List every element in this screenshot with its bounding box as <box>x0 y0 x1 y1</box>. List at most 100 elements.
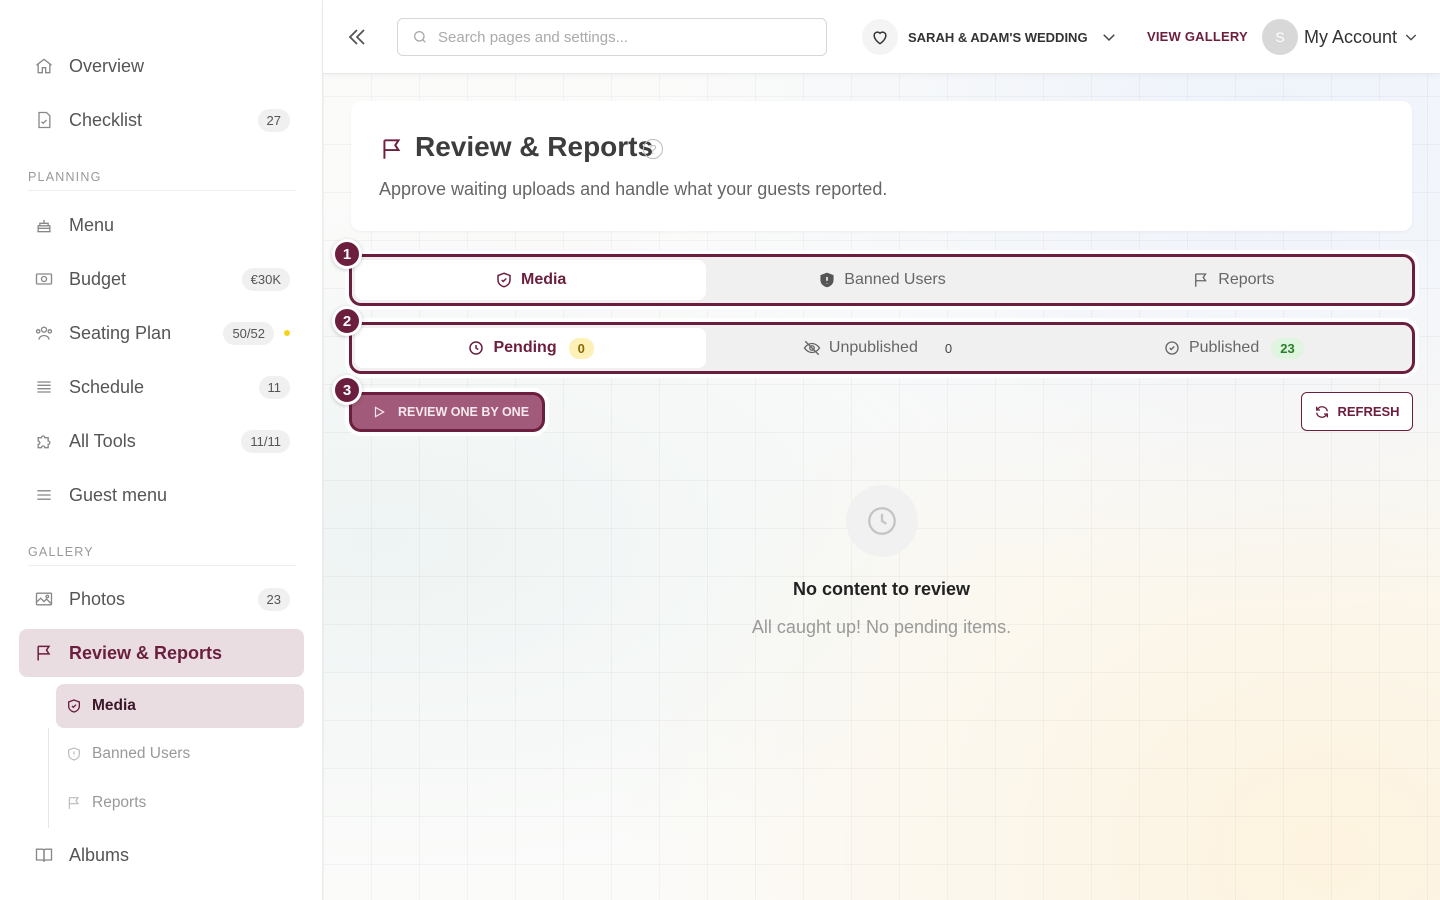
home-icon <box>33 55 55 77</box>
sidebar-item-seating-plan[interactable]: Seating Plan 50/52 <box>19 309 304 357</box>
check-circle-icon <box>1163 339 1181 357</box>
list-icon <box>33 376 55 398</box>
shield-check-icon <box>66 698 82 714</box>
page-header-card: Review & Reports ? Approve waiting uploa… <box>351 101 1412 231</box>
cake-icon <box>33 214 55 236</box>
sidebar-item-label: Checklist <box>69 109 143 130</box>
page-subtitle: Approve waiting uploads and handle what … <box>379 179 888 199</box>
section-tabs: Media Banned Users Reports <box>349 254 1415 306</box>
sidebar-item-guest-menu[interactable]: Guest menu <box>19 471 304 519</box>
tab-label: Published <box>1188 339 1260 356</box>
chevron-down-icon <box>1403 29 1419 45</box>
sidebar-item-label: Schedule <box>69 376 145 397</box>
sidebar-item-label: Guest menu <box>69 484 168 505</box>
tab-label: Pending <box>493 339 557 356</box>
money-icon <box>33 268 55 290</box>
sidebar-subitem-label: Banned Users <box>92 745 191 762</box>
section-label-gallery: GALLERY <box>28 545 94 559</box>
sidebar-item-menu[interactable]: Menu <box>19 201 304 249</box>
empty-state-title: No content to review <box>792 579 971 599</box>
sidebar-subitem-label: Media <box>92 697 136 714</box>
tab-pending[interactable]: Pending 0 <box>355 328 707 368</box>
collapse-sidebar-button[interactable] <box>345 24 369 50</box>
main-content: SARAH & ADAM'S WEDDING VIEW GALLERY S My… <box>323 0 1440 900</box>
sidebar: Overview Checklist 27 PLANNING Menu Budg… <box>0 0 323 900</box>
search-icon <box>412 29 428 45</box>
clock-icon <box>846 485 918 557</box>
search-input[interactable] <box>438 28 798 46</box>
event-selector[interactable]: SARAH & ADAM'S WEDDING <box>862 18 1118 56</box>
step-marker-3: 3 <box>332 375 362 405</box>
topbar: SARAH & ADAM'S WEDDING VIEW GALLERY S My… <box>323 0 1440 74</box>
image-icon <box>33 588 55 610</box>
clock-icon <box>467 339 485 357</box>
sidebar-item-label: Albums <box>69 844 130 865</box>
button-label: REFRESH <box>1337 404 1400 419</box>
tab-label: Banned Users <box>844 271 946 288</box>
flag-icon <box>33 642 55 664</box>
event-name: SARAH & ADAM'S WEDDING <box>908 29 1088 45</box>
sidebar-item-budget[interactable]: Budget €30K <box>19 255 304 303</box>
sidebar-item-label: Review & Reports <box>69 642 223 663</box>
step-marker-2: 2 <box>332 306 362 336</box>
divider <box>28 565 296 566</box>
sidebar-item-label: Photos <box>69 588 126 609</box>
divider <box>28 190 296 191</box>
tab-label: Unpublished <box>828 339 918 356</box>
refresh-button[interactable]: REFRESH <box>1301 392 1413 431</box>
sidebar-item-label: Seating Plan <box>69 322 172 343</box>
sidebar-item-checklist[interactable]: Checklist 27 <box>19 96 304 144</box>
checklist-icon <box>33 109 55 131</box>
sidebar-item-label: Menu <box>69 214 115 235</box>
tab-unpublished[interactable]: Unpublished 0 <box>706 328 1057 368</box>
play-icon <box>372 405 386 419</box>
tab-label: Media <box>520 271 567 288</box>
status-dot <box>284 330 290 336</box>
count-badge: 11/11 <box>241 429 290 453</box>
sidebar-item-overview[interactable]: Overview <box>19 42 304 90</box>
tab-reports[interactable]: Reports <box>1058 260 1409 300</box>
tab-label: Reports <box>1218 271 1275 288</box>
flag-icon <box>379 136 405 162</box>
account-menu[interactable]: S My Account <box>1262 19 1419 55</box>
sidebar-item-label: Overview <box>69 55 145 76</box>
shield-check-icon <box>495 271 513 289</box>
count-badge: 50/52 <box>223 321 274 345</box>
review-one-by-one-button[interactable]: REVIEW ONE BY ONE <box>349 392 545 432</box>
section-label-planning: PLANNING <box>28 170 102 184</box>
count-badge: 23 <box>1271 337 1304 359</box>
sidebar-item-schedule[interactable]: Schedule 11 <box>19 363 304 411</box>
sidebar-subitem-label: Reports <box>92 794 147 811</box>
chevrons-left-icon <box>348 29 365 45</box>
users-icon <box>33 322 55 344</box>
sidebar-item-label: Budget <box>69 268 127 289</box>
shield-icon <box>818 271 836 289</box>
count-badge: €30K <box>241 267 290 291</box>
tab-banned-users[interactable]: Banned Users <box>706 260 1057 300</box>
flag-icon <box>1192 271 1210 289</box>
subnav-line <box>48 728 49 828</box>
flag-icon <box>66 795 82 811</box>
tab-published[interactable]: Published 23 <box>1058 328 1409 368</box>
account-label: My Account <box>1304 26 1398 47</box>
empty-state-subtitle: All caught up! No pending items. <box>751 617 1012 637</box>
page-title: Review & Reports <box>415 131 654 162</box>
puzzle-icon <box>33 430 55 452</box>
count-badge: 23 <box>257 587 290 611</box>
heart-icon <box>862 19 898 55</box>
eye-off-icon <box>803 339 821 357</box>
sidebar-subitem-banned-users[interactable]: Banned Users <box>56 732 304 776</box>
sidebar-subitem-media[interactable]: Media <box>56 684 304 728</box>
help-icon[interactable]: ? <box>643 139 663 159</box>
count-badge: 0 <box>944 340 953 356</box>
sidebar-item-albums[interactable]: Albums <box>19 831 304 879</box>
menu-icon <box>33 484 55 506</box>
sidebar-subitem-reports[interactable]: Reports <box>56 781 304 825</box>
view-gallery-link[interactable]: VIEW GALLERY <box>1147 29 1248 44</box>
sidebar-item-review-reports[interactable]: Review & Reports <box>19 629 304 677</box>
sidebar-item-photos[interactable]: Photos 23 <box>19 575 304 623</box>
search-box <box>397 18 827 56</box>
sidebar-item-all-tools[interactable]: All Tools 11/11 <box>19 417 304 465</box>
step-marker-1: 1 <box>332 239 362 269</box>
tab-media[interactable]: Media <box>355 260 707 300</box>
